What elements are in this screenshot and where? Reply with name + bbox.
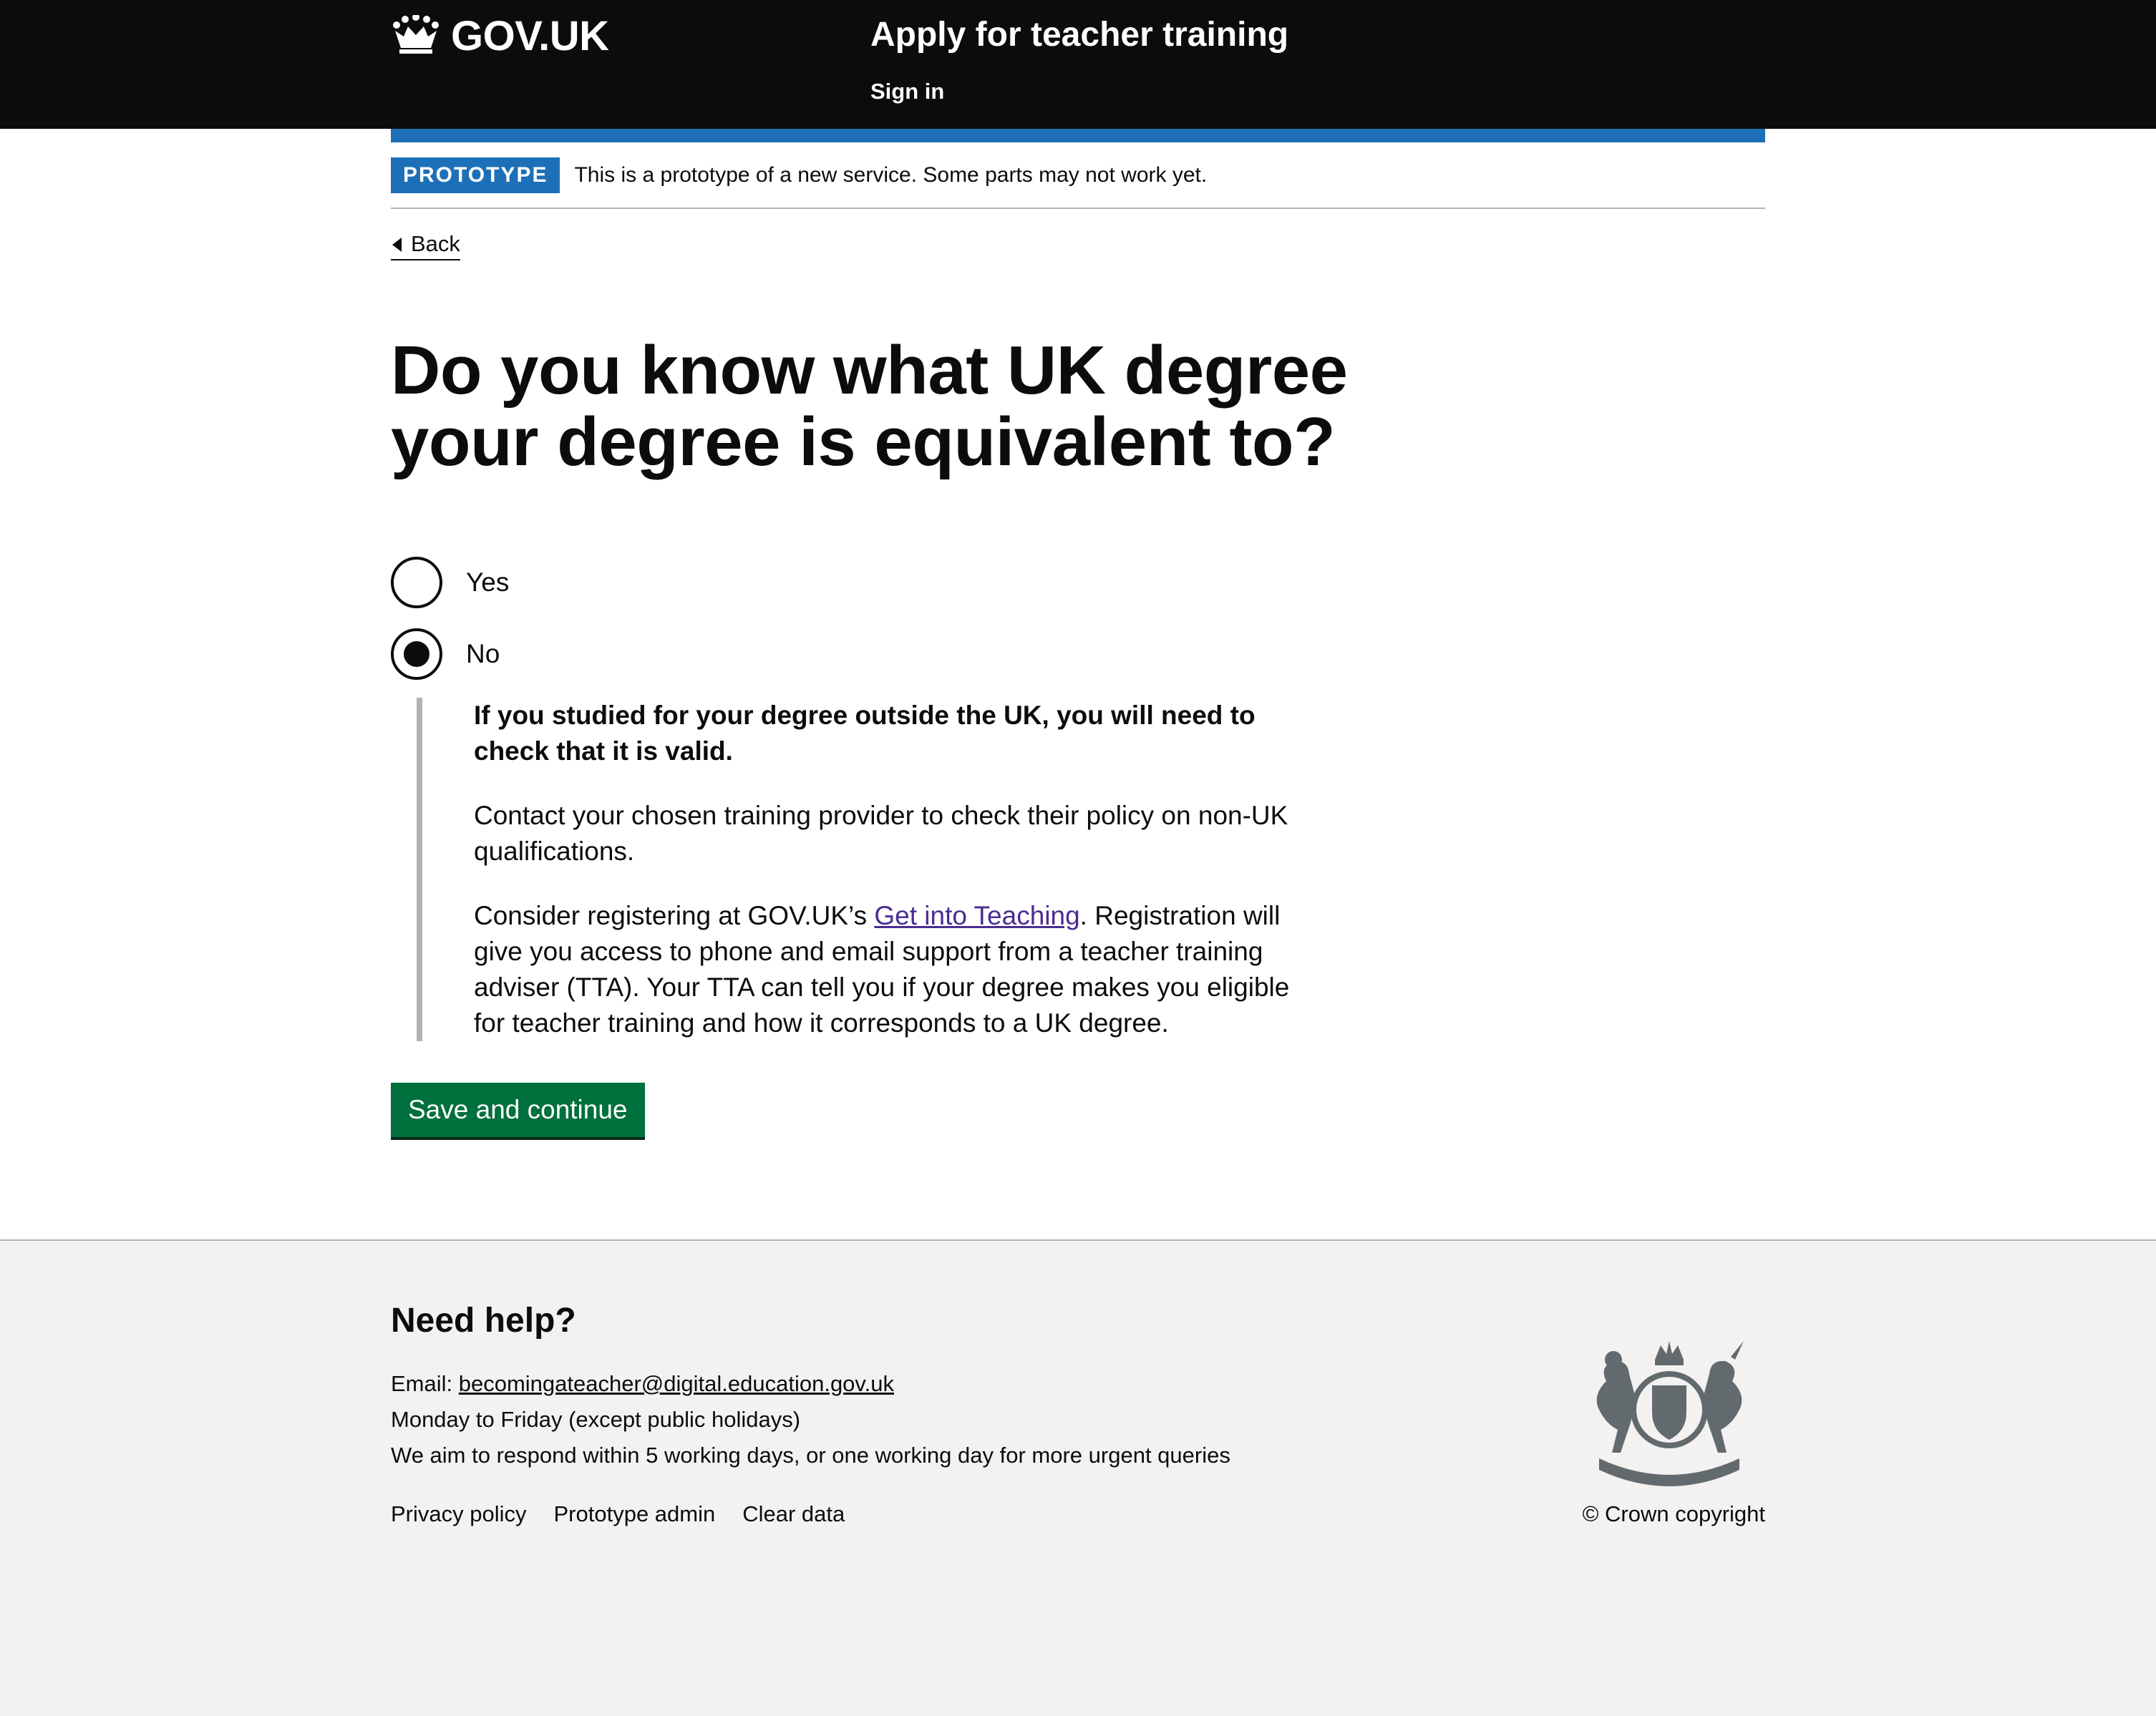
sign-in-link[interactable]: Sign in (870, 77, 944, 106)
royal-coat-of-arms-icon (1596, 1341, 1744, 1486)
footer-email-line: Email: becomingateacher@digital.educatio… (391, 1370, 894, 1398)
radio-label-no[interactable]: No (466, 639, 500, 669)
back-link[interactable]: Back (391, 229, 460, 260)
radio-label-yes[interactable]: Yes (466, 567, 509, 598)
back-arrow-icon (392, 238, 402, 252)
footer-response-time: We aim to respond within 5 working days,… (391, 1443, 1230, 1468)
prototype-tag: PROTOTYPE (391, 157, 560, 193)
site-header: GOV.UK Apply for teacher training Sign i… (0, 0, 2156, 129)
conditional-paragraph-2: Consider registering at GOV.UK’s Get int… (474, 898, 1304, 1041)
crown-icon (393, 15, 439, 54)
site-footer: Need help? Email: becomingateacher@digit… (0, 1239, 2156, 1716)
logo-text: GOV.UK (451, 12, 609, 59)
page-title: Do you know what UK degree your degree i… (391, 335, 1393, 478)
radio-option-no[interactable]: No (391, 625, 500, 683)
page-title-line2: your degree is equivalent to? (391, 404, 1336, 480)
need-help-heading: Need help? (391, 1302, 576, 1340)
paragraph-2-start: Consider registering at GOV.UK’s (474, 901, 875, 930)
prototype-admin-link[interactable]: Prototype admin (554, 1500, 716, 1529)
support-email-link[interactable]: becomingateacher@digital.education.gov.u… (459, 1371, 894, 1396)
page-title-line1: Do you know what UK degree (391, 332, 1348, 409)
email-label: Email: (391, 1371, 459, 1396)
phase-banner: PROTOTYPE This is a prototype of a new s… (391, 157, 1765, 209)
privacy-policy-link[interactable]: Privacy policy (391, 1500, 527, 1529)
conditional-warning: If you studied for your degree outside t… (474, 701, 1256, 766)
clear-data-link[interactable]: Clear data (742, 1500, 845, 1529)
conditional-paragraph-1: Contact your chosen training provider to… (474, 801, 1288, 866)
footer-links: Privacy policy Prototype admin Clear dat… (391, 1500, 872, 1529)
save-and-continue-button[interactable]: Save and continue (391, 1083, 645, 1137)
footer-hours: Monday to Friday (except public holidays… (391, 1407, 801, 1432)
radio-option-yes[interactable]: Yes (391, 554, 509, 611)
govuk-logo[interactable]: GOV.UK (391, 10, 609, 62)
back-link-label: Back (411, 231, 460, 256)
header-accent-bar (391, 129, 1765, 142)
crown-copyright[interactable]: © Crown copyright (1578, 1500, 1765, 1529)
service-name[interactable]: Apply for teacher training (870, 14, 1288, 56)
conditional-reveal: If you studied for your degree outside t… (417, 698, 1303, 1041)
radio-button-yes[interactable] (391, 557, 442, 608)
radio-button-no[interactable] (391, 628, 442, 680)
get-into-teaching-link[interactable]: Get into Teaching (874, 901, 1079, 930)
phase-banner-text: This is a prototype of a new service. So… (574, 163, 1208, 187)
